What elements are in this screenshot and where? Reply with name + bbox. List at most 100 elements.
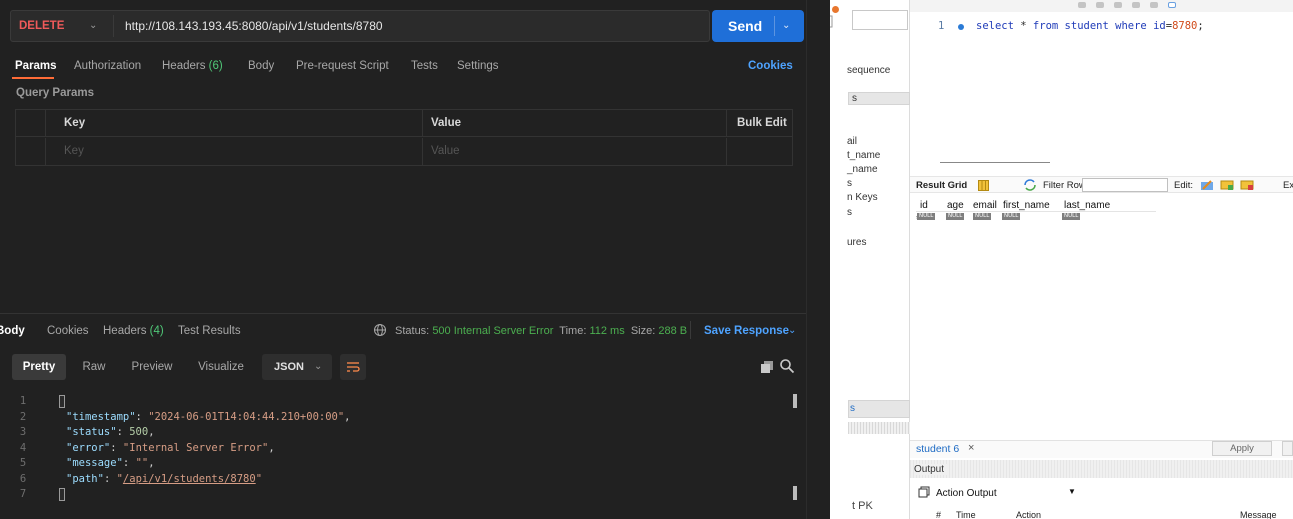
- close-icon[interactable]: ×: [968, 442, 974, 454]
- tab-test-results[interactable]: Test Results: [178, 323, 241, 339]
- format-select-value: JSON: [274, 361, 304, 373]
- response-body-viewer[interactable]: 1 2 3 4 5 6 7 "timestamp": "2024-06-01T1…: [0, 392, 806, 512]
- chevron-down-icon[interactable]: ▼: [1068, 487, 1076, 496]
- edit-row-icon[interactable]: [1200, 179, 1214, 191]
- chevron-down-icon[interactable]: ⌄: [782, 10, 790, 42]
- key-input[interactable]: Key: [64, 138, 84, 165]
- save-response-button[interactable]: Save Response: [704, 323, 789, 339]
- navigator-item[interactable]: t_name: [847, 150, 880, 162]
- cookies-link[interactable]: Cookies: [748, 57, 793, 75]
- navigator-section: [848, 92, 910, 105]
- tab-headers[interactable]: Headers (6): [162, 57, 223, 75]
- navigator-item[interactable]: _name: [847, 164, 878, 176]
- headers-count-badge: (4): [149, 325, 164, 337]
- grid-icon[interactable]: [978, 180, 989, 191]
- navigator-item[interactable]: ures: [847, 237, 866, 249]
- apply-label: Apply: [1230, 443, 1254, 454]
- navigator-section-label[interactable]: s: [852, 93, 857, 105]
- status-label: Status:: [395, 325, 430, 337]
- view-tab-pretty[interactable]: Pretty: [12, 354, 66, 380]
- panel-splitter[interactable]: [848, 422, 910, 434]
- sql-statement[interactable]: select * from student where id=8780;: [976, 20, 1204, 32]
- result-grid-label[interactable]: Result Grid: [916, 180, 967, 191]
- toolbar-icon[interactable]: [1114, 2, 1122, 8]
- toolbar-icon[interactable]: [1150, 2, 1158, 8]
- tab-tests[interactable]: Tests: [411, 57, 438, 75]
- line-number: 7: [19, 488, 27, 500]
- send-button[interactable]: Send ⌄: [712, 10, 804, 42]
- output-type-select[interactable]: Action Output: [936, 488, 997, 499]
- url-input[interactable]: http://108.143.193.45:8080/api/v1/studen…: [125, 11, 383, 41]
- navigator-item[interactable]: ail: [847, 136, 857, 148]
- tab-response-body[interactable]: Body: [0, 323, 25, 339]
- table-row: Key Value: [16, 138, 792, 166]
- tab-pre-request-script[interactable]: Pre-request Script: [296, 57, 389, 75]
- bulk-edit-link[interactable]: Bulk Edit: [737, 110, 787, 137]
- toolbar-icon[interactable]: [1132, 2, 1140, 8]
- revert-button[interactable]: [1282, 441, 1293, 456]
- sql-table: student: [1064, 20, 1109, 32]
- toolbar-icon[interactable]: [1168, 2, 1176, 8]
- tab-body[interactable]: Body: [248, 57, 274, 75]
- navigator-tab-label[interactable]: s: [850, 403, 855, 414]
- navigator-item[interactable]: s: [847, 178, 852, 190]
- null-cell[interactable]: NULL: [1062, 213, 1081, 220]
- chevron-down-icon[interactable]: ⌄: [788, 323, 796, 339]
- divider: [690, 321, 691, 339]
- value-input[interactable]: Value: [431, 138, 460, 165]
- path-link[interactable]: /api/v1/students/8780: [123, 473, 256, 485]
- apply-button[interactable]: Apply: [1212, 441, 1272, 456]
- copy-icon[interactable]: [760, 360, 774, 374]
- schema-navigator: sequence s ail t_name _name s n Keys s u…: [830, 0, 910, 519]
- tab-response-headers[interactable]: Headers (4): [103, 323, 164, 339]
- editor-toolbar: [910, 0, 1293, 12]
- chevron-down-icon[interactable]: ⌄: [89, 11, 97, 41]
- scrollbar-thumb[interactable]: [940, 162, 1050, 163]
- add-row-icon[interactable]: [1220, 179, 1234, 191]
- clipboard-icon[interactable]: [830, 14, 834, 28]
- json-key: "message": [66, 457, 123, 469]
- view-tab-preview[interactable]: Preview: [122, 354, 182, 380]
- delete-row-icon[interactable]: [1240, 179, 1254, 191]
- refresh-icon[interactable]: [1023, 179, 1037, 191]
- result-tab[interactable]: student 6: [916, 443, 959, 455]
- json-key: "timestamp": [66, 410, 136, 423]
- output-panel-icon[interactable]: [918, 486, 930, 498]
- size-value[interactable]: 288 B: [658, 325, 687, 337]
- null-cell[interactable]: NULL: [946, 213, 965, 220]
- format-select[interactable]: JSON ⌄: [262, 354, 332, 380]
- navigator-item[interactable]: n Keys: [847, 192, 878, 204]
- tab-params[interactable]: Params: [15, 57, 57, 75]
- null-cell[interactable]: NULL: [1002, 213, 1021, 220]
- tab-authorization[interactable]: Authorization: [74, 57, 141, 75]
- wrap-lines-button[interactable]: [340, 354, 366, 380]
- view-tab-raw[interactable]: Raw: [72, 354, 116, 380]
- sql-semicolon: ;: [1197, 20, 1204, 32]
- json-key: "path": [66, 472, 104, 485]
- schema-filter-input[interactable]: [852, 10, 908, 30]
- null-cell[interactable]: NULL: [917, 213, 936, 220]
- time-value[interactable]: 112 ms: [589, 325, 624, 337]
- globe-icon[interactable]: [373, 323, 387, 337]
- toolbar-icon[interactable]: [1078, 2, 1086, 8]
- line-number: 3: [19, 426, 27, 438]
- line-number: 6: [19, 472, 27, 485]
- request-url-bar: DELETE ⌄ http://108.143.193.45:8080/api/…: [10, 10, 710, 42]
- tab-response-cookies[interactable]: Cookies: [47, 323, 89, 339]
- headers-count-badge: (6): [208, 60, 223, 72]
- method-select[interactable]: DELETE: [19, 11, 64, 41]
- close-brace-marker: [59, 488, 65, 501]
- sql-keyword: select: [976, 20, 1014, 32]
- status-value[interactable]: 500 Internal Server Error: [432, 325, 553, 337]
- vertical-scrollbar[interactable]: [806, 0, 830, 519]
- export-label[interactable]: Exp: [1283, 180, 1293, 191]
- toolbar-icon[interactable]: [1096, 2, 1104, 8]
- tab-headers-label: Headers: [162, 60, 206, 72]
- view-tab-visualize[interactable]: Visualize: [188, 354, 254, 380]
- tab-settings[interactable]: Settings: [457, 57, 499, 75]
- navigator-item[interactable]: s: [847, 207, 852, 219]
- null-cell[interactable]: NULL: [973, 213, 992, 220]
- filter-rows-input[interactable]: [1082, 178, 1168, 192]
- navigator-item[interactable]: sequence: [847, 65, 890, 77]
- search-icon[interactable]: [779, 358, 795, 374]
